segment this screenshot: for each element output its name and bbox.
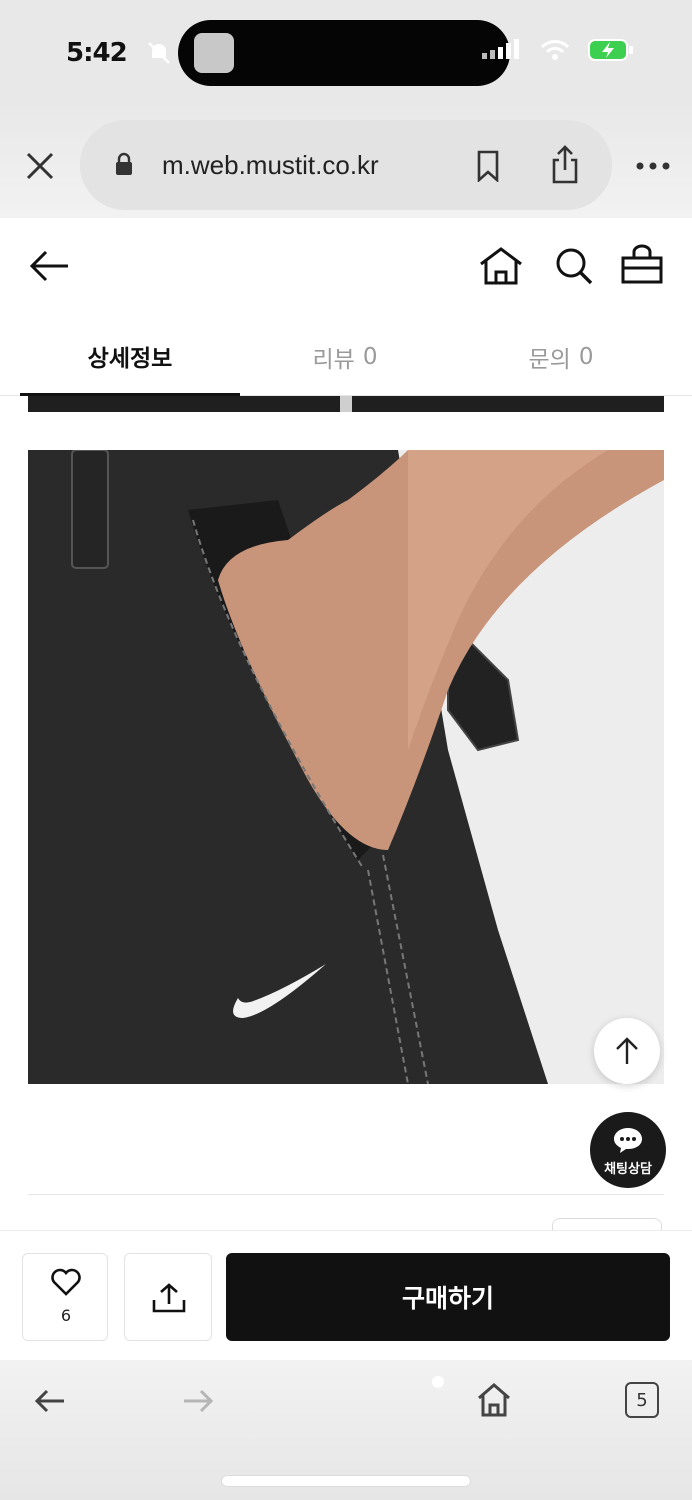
bookmark-icon[interactable] bbox=[476, 150, 500, 182]
share-upload-icon bbox=[152, 1283, 186, 1313]
cellular-signal-icon bbox=[482, 39, 519, 59]
chat-label: 채팅상담 bbox=[604, 1162, 652, 1177]
heart-icon bbox=[51, 1268, 81, 1296]
browser-back-icon[interactable] bbox=[34, 1388, 66, 1414]
battery-charging-icon bbox=[588, 39, 633, 61]
tab-reviews[interactable]: 리뷰 0 bbox=[240, 318, 450, 396]
scroll-to-top-button[interactable] bbox=[594, 1018, 660, 1084]
share-icon[interactable] bbox=[550, 144, 580, 184]
url-text: m.web.mustit.co.kr bbox=[162, 150, 379, 180]
tab-details-label: 상세정보 bbox=[87, 345, 173, 372]
home-indicator[interactable] bbox=[222, 1476, 470, 1486]
like-count: 6 bbox=[60, 1306, 72, 1325]
browser-home-icon[interactable] bbox=[476, 1382, 512, 1418]
arrow-up-icon bbox=[616, 1037, 638, 1064]
browser-forward-icon[interactable] bbox=[182, 1388, 214, 1414]
lock-icon bbox=[116, 152, 132, 175]
back-arrow-icon[interactable] bbox=[28, 248, 70, 284]
section-divider bbox=[28, 1194, 664, 1195]
purchase-action-bar: 6 구매하기 bbox=[0, 1230, 692, 1360]
browser-address-bar: m.web.mustit.co.kr bbox=[0, 100, 692, 218]
more-options-icon[interactable] bbox=[636, 162, 670, 170]
search-icon[interactable] bbox=[554, 246, 594, 286]
shopping-bag-icon[interactable] bbox=[620, 244, 664, 286]
chat-consult-button[interactable]: 채팅상담 bbox=[590, 1112, 666, 1188]
share-button[interactable] bbox=[124, 1253, 212, 1341]
detail-tabs: 상세정보 리뷰 0 문의 0 bbox=[0, 318, 692, 396]
tab-inquiries[interactable]: 문의 0 bbox=[450, 318, 672, 396]
tab-reviews-label: 리뷰 bbox=[312, 347, 355, 373]
url-field[interactable]: m.web.mustit.co.kr bbox=[80, 120, 612, 210]
chat-bubble-icon bbox=[614, 1128, 642, 1153]
open-tabs-button[interactable]: 5 bbox=[625, 1382, 659, 1418]
tab-inquiries-count: 0 bbox=[578, 344, 594, 370]
browser-bottom-toolbar: 5 bbox=[0, 1360, 692, 1500]
like-button[interactable]: 6 bbox=[22, 1253, 108, 1341]
dynamic-island bbox=[178, 20, 510, 86]
image-gap bbox=[340, 396, 352, 412]
wifi-icon bbox=[540, 40, 570, 60]
status-time: 5:42 bbox=[66, 38, 128, 68]
close-icon[interactable] bbox=[22, 148, 58, 184]
status-bar: 5:42 bbox=[0, 0, 692, 100]
site-header bbox=[0, 218, 692, 318]
status-icons bbox=[482, 38, 634, 62]
product-photo-pants-pocket bbox=[28, 450, 664, 1084]
tab-reviews-count: 0 bbox=[362, 344, 378, 370]
silent-bell-icon bbox=[148, 42, 170, 64]
page-indicator-dot bbox=[432, 1376, 444, 1388]
buy-button[interactable]: 구매하기 bbox=[226, 1253, 670, 1341]
product-image bbox=[28, 450, 664, 1084]
tab-details[interactable]: 상세정보 bbox=[20, 318, 240, 396]
now-playing-thumbnail bbox=[194, 33, 234, 73]
home-icon[interactable] bbox=[478, 246, 524, 286]
tab-inquiries-label: 문의 bbox=[528, 347, 571, 373]
